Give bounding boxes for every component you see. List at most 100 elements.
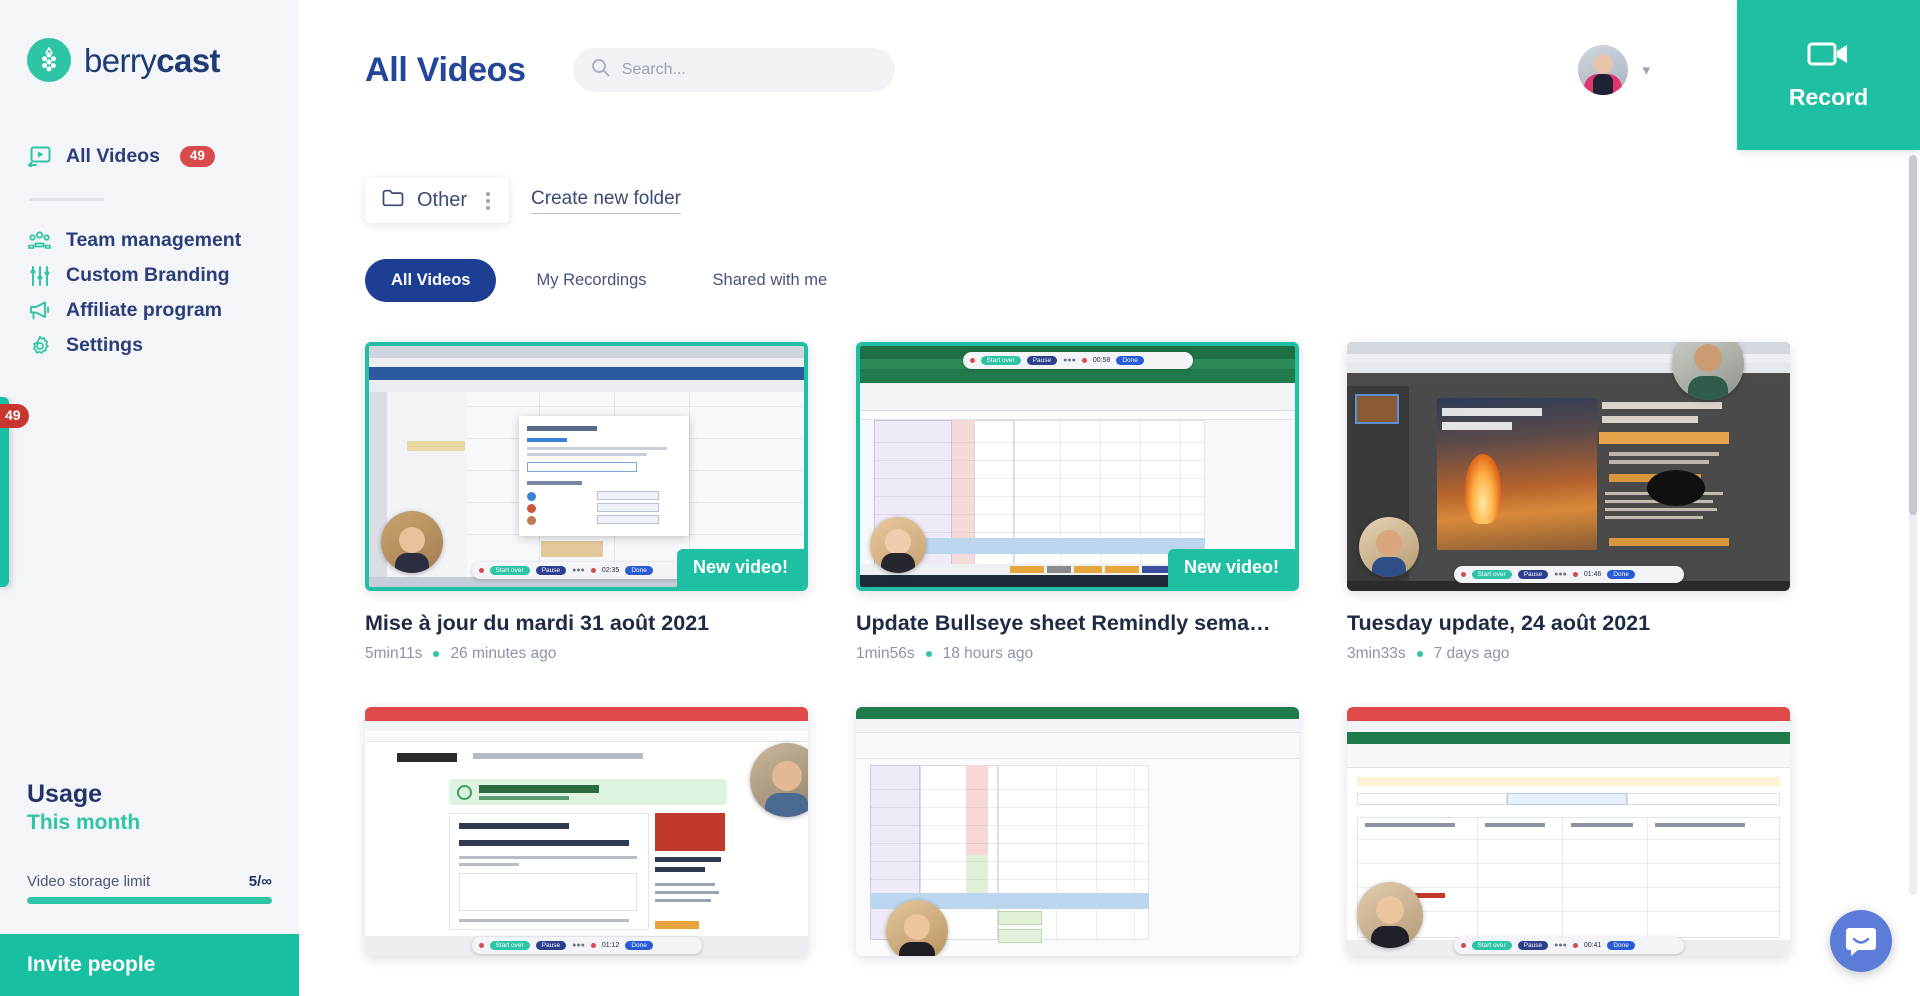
search-input[interactable]: [622, 61, 877, 79]
video-title: Tuesday update, 24 août 2021: [1347, 611, 1790, 636]
video-duration: 5min11s: [365, 645, 422, 663]
ctrl-done: Done: [1607, 941, 1635, 950]
usage-title: Usage: [27, 780, 272, 809]
sidebar: berrycast All Videos 49: [0, 0, 299, 996]
grape-icon: [27, 38, 71, 82]
all-videos-count-badge: 49: [180, 146, 215, 167]
recorder-controls: Start over Pause ●●● 01:46 Done: [1454, 566, 1684, 583]
ctrl-start-over: Start over: [1472, 570, 1512, 579]
video-library-icon: [27, 144, 52, 169]
sidebar-nav-secondary: Team management Custom Branding: [0, 223, 299, 363]
video-title: Mise à jour du mardi 31 août 2021: [365, 611, 808, 636]
scrollbar-thumb[interactable]: [1909, 155, 1917, 515]
search-icon: [591, 58, 610, 82]
sliders-icon: [27, 263, 52, 288]
ctrl-pause: Pause: [536, 941, 566, 950]
sidebar-item-label: Team management: [66, 229, 241, 252]
folder-chip-other[interactable]: Other: [365, 178, 509, 223]
sidebar-item-label: Custom Branding: [66, 264, 230, 287]
megaphone-icon: [27, 298, 52, 323]
sidebar-item-team-management[interactable]: Team management: [0, 223, 299, 258]
video-thumbnail[interactable]: Start over Pause ●●● 00:58 Done New vide…: [856, 342, 1299, 591]
sidebar-item-affiliate-program[interactable]: Affiliate program: [0, 293, 299, 328]
webcam-bubble: [381, 511, 443, 573]
brand-text: berrycast: [84, 44, 220, 77]
video-card[interactable]: Start over Pause ●●● 02:35 Done New vide…: [365, 342, 808, 663]
app-root: berrycast All Videos 49: [0, 0, 1920, 996]
sidebar-item-all-videos[interactable]: All Videos 49: [0, 137, 299, 176]
video-meta: 1min56s 18 hours ago: [856, 645, 1299, 663]
storage-value: 5/∞: [249, 873, 272, 890]
page-title: All Videos: [365, 51, 526, 90]
video-thumbnail[interactable]: [856, 707, 1299, 956]
tab-all-videos[interactable]: All Videos: [365, 259, 496, 302]
video-camera-icon: [1807, 40, 1851, 73]
video-filter-tabs: All Videos My Recordings Shared with me: [365, 259, 1920, 302]
ctrl-start-over: Start over: [981, 356, 1021, 365]
sidebar-item-settings[interactable]: Settings: [0, 328, 299, 363]
storage-row: Video storage limit 5/∞: [27, 873, 272, 890]
video-thumbnail[interactable]: Start over Pause ●●● 02:35 Done New vide…: [365, 342, 808, 591]
ctrl-timer: 00:41: [1584, 942, 1602, 949]
ctrl-start-over: Start over: [490, 941, 530, 950]
webcam-bubble: [1357, 882, 1423, 948]
folder-icon: [382, 189, 404, 212]
video-card[interactable]: Start over Pause ●●● 01:12 Done: [365, 707, 808, 956]
intercom-chat-icon[interactable]: [1830, 910, 1892, 972]
ctrl-timer: 01:46: [1584, 571, 1602, 578]
ctrl-start-over: Start over: [490, 566, 530, 575]
sidebar-item-label: Settings: [66, 334, 143, 357]
video-duration: 3min33s: [1347, 645, 1406, 663]
recorder-controls: Start over Pause ●●● 02:35 Done: [472, 562, 702, 579]
gear-icon: [27, 333, 52, 358]
recorder-controls: Start over Pause ●●● 00:41 Done: [1454, 937, 1684, 954]
meta-separator-dot: [433, 651, 439, 657]
video-card[interactable]: [856, 707, 1299, 956]
record-button[interactable]: Record: [1737, 0, 1920, 150]
sidebar-item-label: All Videos: [66, 145, 160, 168]
edge-tab-badge: 49: [0, 404, 29, 428]
team-icon: [27, 228, 52, 253]
search-box[interactable]: [573, 48, 895, 92]
video-thumbnail[interactable]: Start over Pause ●●● 00:41 Done: [1347, 707, 1790, 956]
ctrl-pause: Pause: [1518, 570, 1548, 579]
webcam-bubble: [1359, 517, 1419, 577]
page-scrollbar[interactable]: [1909, 155, 1917, 895]
ctrl-timer: 02:35: [602, 567, 620, 574]
sidebar-item-custom-branding[interactable]: Custom Branding: [0, 258, 299, 293]
tab-my-recordings[interactable]: My Recordings: [510, 259, 672, 302]
video-card[interactable]: Start over Pause ●●● 01:46 Done Tuesday …: [1347, 342, 1790, 663]
video-meta: 3min33s 7 days ago: [1347, 645, 1790, 663]
ctrl-timer: 01:12: [602, 942, 620, 949]
video-thumbnail[interactable]: Start over Pause ●●● 01:12 Done: [365, 707, 808, 956]
tab-shared-with-me[interactable]: Shared with me: [687, 259, 854, 302]
new-video-badge: New video!: [1168, 549, 1295, 587]
brand-logo[interactable]: berrycast: [0, 0, 299, 82]
meta-separator-dot: [1417, 651, 1423, 657]
video-card[interactable]: Start over Pause ●●● 00:58 Done New vide…: [856, 342, 1299, 663]
brand-name-light: berry: [84, 42, 156, 79]
usage-panel: Usage This month Video storage limit 5/∞: [0, 780, 299, 904]
ctrl-done: Done: [1116, 356, 1144, 365]
kebab-menu-icon[interactable]: [480, 192, 496, 210]
main-content: All Videos ▾: [299, 0, 1920, 996]
folder-row: Other Create new folder: [365, 178, 1920, 223]
video-card[interactable]: Start over Pause ●●● 00:41 Done: [1347, 707, 1790, 956]
video-age: 18 hours ago: [943, 645, 1034, 663]
chevron-down-icon: ▾: [1642, 61, 1650, 79]
user-menu[interactable]: ▾: [1578, 45, 1650, 95]
ctrl-done: Done: [1607, 570, 1635, 579]
storage-label: Video storage limit: [27, 873, 150, 890]
webcam-bubble: [886, 900, 948, 956]
create-new-folder-link[interactable]: Create new folder: [531, 188, 681, 214]
recorder-controls: Start over Pause ●●● 01:12 Done: [472, 937, 702, 954]
sidebar-item-label: Affiliate program: [66, 299, 222, 322]
video-age: 7 days ago: [1434, 645, 1510, 663]
ctrl-pause: Pause: [1518, 941, 1548, 950]
ctrl-timer: 00:58: [1093, 357, 1111, 364]
avatar: [1578, 45, 1628, 95]
video-thumbnail[interactable]: Start over Pause ●●● 01:46 Done: [1347, 342, 1790, 591]
recorder-controls: Start over Pause ●●● 00:58 Done: [963, 352, 1193, 369]
invite-people-button[interactable]: Invite people: [0, 934, 299, 996]
sidebar-divider: [29, 198, 104, 201]
